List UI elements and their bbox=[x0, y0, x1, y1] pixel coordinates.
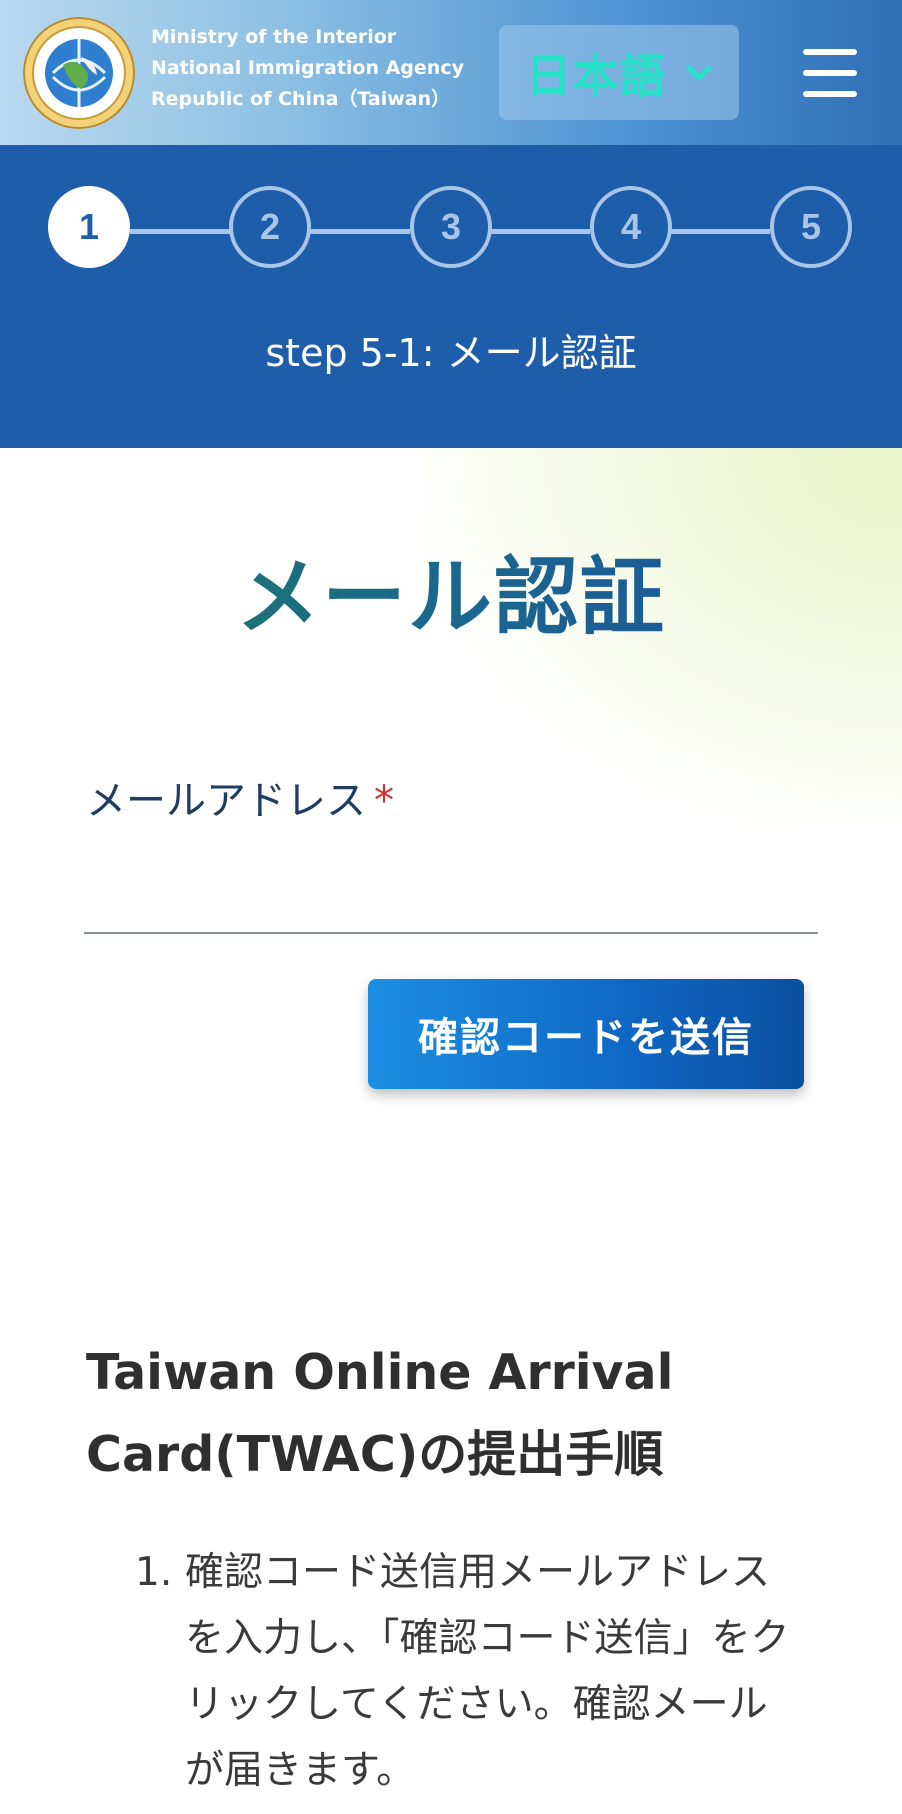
email-label-text: メールアドレス bbox=[86, 778, 366, 824]
step-5-circle: 5 bbox=[770, 186, 852, 268]
agency-line-country: Republic of China（Taiwan） bbox=[151, 88, 451, 110]
language-selector[interactable]: 日本語 bbox=[499, 25, 739, 120]
email-field[interactable] bbox=[84, 838, 818, 934]
step-2-circle: 2 bbox=[229, 186, 311, 268]
required-asterisk: * bbox=[374, 778, 394, 824]
step-1-circle: 1 bbox=[48, 186, 130, 268]
site-header: Ministry of the Interior National Immigr… bbox=[0, 0, 902, 145]
agency-line-ministry: Ministry of the Interior bbox=[151, 26, 397, 48]
agency-seal-logo[interactable] bbox=[23, 17, 135, 129]
instructions-title: Taiwan Online Arrival Card(TWAC)の提出手順 bbox=[86, 1344, 674, 1483]
step-3-circle: 3 bbox=[410, 186, 492, 268]
send-code-button[interactable]: 確認コードを送信 bbox=[368, 979, 804, 1089]
language-label: 日本語 bbox=[525, 48, 667, 103]
step-connector bbox=[490, 229, 590, 234]
instructions-list: 1. 確認コード送信用メールアドレスを入力し、「確認コード送信」をクリックしてく… bbox=[135, 1540, 795, 1804]
email-field-label: メールアドレス * bbox=[86, 768, 394, 826]
step-connector bbox=[310, 229, 410, 234]
chevron-down-icon bbox=[686, 65, 711, 80]
list-item-text: 確認コード送信用メールアドレスを入力し、「確認コード送信」をクリックしてください… bbox=[185, 1550, 790, 1793]
step-caption: step 5-1: メール認証 bbox=[265, 331, 637, 375]
step-connector bbox=[130, 229, 230, 234]
step-4-circle: 4 bbox=[590, 186, 672, 268]
hamburger-menu-icon[interactable] bbox=[803, 49, 857, 97]
step-connector bbox=[670, 229, 770, 234]
list-item-number: 1. bbox=[135, 1550, 173, 1595]
agency-line-agency: National Immigration Agency bbox=[151, 57, 464, 79]
page-title: メール認証 bbox=[0, 530, 902, 651]
agency-name: Ministry of the Interior National Immigr… bbox=[151, 22, 464, 115]
list-item: 1. 確認コード送信用メールアドレスを入力し、「確認コード送信」をクリックしてく… bbox=[135, 1540, 795, 1804]
